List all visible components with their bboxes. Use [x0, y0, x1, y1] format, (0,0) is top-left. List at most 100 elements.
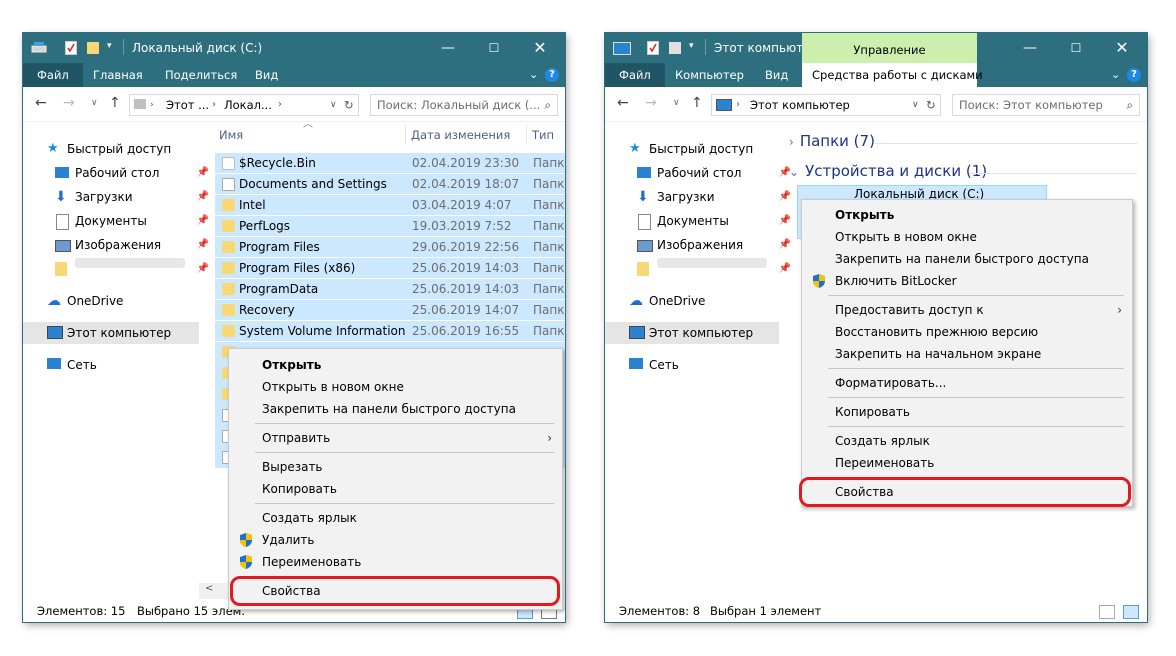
nav-network[interactable]: Сеть: [47, 354, 215, 376]
tab-disk-tools[interactable]: Средства работы с дисками: [802, 63, 983, 87]
search-input[interactable]: Поиск: Локальный диск (... ⌕: [370, 94, 558, 116]
menu-item-cut[interactable]: Вырезать: [229, 456, 562, 478]
tab-share[interactable]: Поделиться: [155, 63, 247, 87]
up-arrow-icon[interactable]: ↑: [691, 95, 703, 111]
pin-icon[interactable]: 📌: [197, 258, 209, 280]
pin-icon[interactable]: 📌: [779, 186, 791, 208]
properties-icon[interactable]: [647, 41, 659, 55]
nav-documents[interactable]: Документы 📌: [637, 210, 797, 232]
tab-file[interactable]: Файл: [605, 63, 665, 87]
search-input[interactable]: Поиск: Этот компьютер ⌕: [952, 94, 1140, 116]
large-icons-view-icon[interactable]: [1123, 605, 1139, 619]
nav-documents[interactable]: Документы 📌: [55, 210, 215, 232]
nav-network[interactable]: Сеть: [629, 354, 797, 376]
file-row[interactable]: Program Files (x86)25.06.2019 14:03Папка: [215, 257, 565, 279]
forward-arrow-icon[interactable]: →: [63, 95, 75, 111]
nav-blurred-folder[interactable]: 📌: [637, 258, 797, 280]
menu-item-create-shortcut[interactable]: Создать ярлык: [229, 507, 562, 529]
file-row[interactable]: Program Files29.06.2019 22:56Папка: [215, 236, 565, 258]
breadcrumb-this-pc[interactable]: Этот компьютер: [750, 95, 850, 115]
tab-view[interactable]: Вид: [245, 63, 288, 87]
pin-icon[interactable]: 📌: [779, 210, 791, 232]
menu-item-rename[interactable]: Переименовать: [229, 551, 562, 573]
menu-item-rename[interactable]: Переименовать: [802, 452, 1132, 474]
column-name[interactable]: Имя: [219, 123, 243, 147]
nav-desktop[interactable]: Рабочий стол 📌: [55, 162, 215, 184]
pin-icon[interactable]: 📌: [779, 258, 791, 280]
up-arrow-icon[interactable]: ↑: [109, 95, 121, 111]
menu-item-open-new-window[interactable]: Открыть в новом окне: [229, 376, 562, 398]
recent-chevron-icon[interactable]: ∨: [91, 98, 98, 108]
back-arrow-icon[interactable]: ←: [35, 95, 47, 111]
new-folder-icon[interactable]: [669, 41, 681, 55]
nav-quick-access[interactable]: ★ Быстрый доступ: [47, 138, 215, 160]
nav-pictures[interactable]: Изображения 📌: [637, 234, 797, 256]
nav-blurred-folder[interactable]: 📌: [55, 258, 215, 280]
file-row[interactable]: $Recycle.Bin02.04.2019 23:30Папка: [215, 152, 565, 174]
menu-item-bitlocker[interactable]: Включить BitLocker: [802, 270, 1132, 292]
breadcrumb-this-pc[interactable]: Этот ...: [166, 95, 209, 115]
pin-icon[interactable]: 📌: [779, 234, 791, 256]
column-date[interactable]: Дата изменения: [411, 123, 510, 147]
tab-file[interactable]: Файл: [23, 63, 83, 87]
section-folders[interactable]: › Папки (7): [789, 132, 875, 150]
pin-icon[interactable]: 📌: [197, 162, 209, 184]
close-button[interactable]: ✕: [517, 33, 563, 63]
nav-pictures[interactable]: Изображения 📌: [55, 234, 215, 256]
new-folder-icon[interactable]: [87, 41, 99, 55]
close-button[interactable]: ✕: [1099, 33, 1145, 63]
back-arrow-icon[interactable]: ←: [617, 95, 629, 111]
section-devices[interactable]: ⌄ Устройства и диски (1): [789, 162, 987, 180]
help-icon[interactable]: ?: [1127, 68, 1141, 82]
maximize-button[interactable]: ☐: [471, 33, 517, 63]
pin-icon[interactable]: 📌: [197, 186, 209, 208]
chevron-down-icon[interactable]: ∨: [912, 95, 919, 115]
recent-chevron-icon[interactable]: ∨: [673, 98, 680, 108]
file-row[interactable]: Documents and Settings 02.04.2019 18:07 Па…: [215, 173, 565, 195]
file-row[interactable]: PerfLogs19.03.2019 7:52Папка: [215, 215, 565, 237]
nav-this-pc[interactable]: Этот компьютер: [605, 322, 779, 344]
nav-onedrive[interactable]: ☁ OneDrive: [629, 290, 797, 312]
help-icon[interactable]: ?: [545, 68, 559, 82]
refresh-icon[interactable]: ↻: [926, 95, 936, 115]
forward-arrow-icon[interactable]: →: [645, 95, 657, 111]
nav-quick-access[interactable]: ★ Быстрый доступ: [629, 138, 797, 160]
menu-item-delete[interactable]: Удалить: [229, 529, 562, 551]
nav-onedrive[interactable]: ☁ OneDrive: [47, 290, 215, 312]
maximize-button[interactable]: ☐: [1053, 33, 1099, 63]
address-bar[interactable]: › Этот компьютер ∨ ↻: [711, 94, 941, 116]
tab-computer[interactable]: Компьютер: [665, 63, 754, 87]
nav-downloads[interactable]: ⬇ Загрузки 📌: [55, 186, 215, 208]
pin-icon[interactable]: 📌: [197, 234, 209, 256]
properties-icon[interactable]: [65, 41, 77, 55]
file-row[interactable]: Recovery25.06.2019 14:07Папка: [215, 299, 565, 321]
chevron-down-icon[interactable]: ⌄: [529, 68, 538, 81]
menu-item-format[interactable]: Форматировать...: [802, 372, 1132, 394]
tab-home[interactable]: Главная: [83, 63, 153, 87]
menu-item-create-shortcut[interactable]: Создать ярлык: [802, 430, 1132, 452]
chevron-down-icon[interactable]: ▾: [107, 41, 119, 55]
menu-item-send-to[interactable]: Отправить ›: [229, 427, 562, 449]
minimize-button[interactable]: —: [1007, 33, 1053, 63]
nav-desktop[interactable]: Рабочий стол 📌: [637, 162, 797, 184]
file-row[interactable]: Intel03.04.2019 4:07Папка: [215, 194, 565, 216]
horizontal-scrollbar[interactable]: <: [199, 583, 229, 599]
column-type[interactable]: Тип: [532, 123, 554, 147]
menu-item-restore-version[interactable]: Восстановить прежнюю версию: [802, 321, 1132, 343]
minimize-button[interactable]: —: [425, 33, 471, 63]
file-row[interactable]: System Volume Information 25.06.2019 16:5…: [215, 320, 565, 342]
menu-item-pin-quick-access[interactable]: Закрепить на панели быстрого доступа: [802, 248, 1132, 270]
scroll-left-icon[interactable]: <: [205, 583, 213, 594]
menu-item-open-new-window[interactable]: Открыть в новом окне: [802, 226, 1132, 248]
menu-item-open[interactable]: Открыть: [229, 354, 562, 376]
chevron-down-icon[interactable]: ⌄: [1111, 68, 1120, 81]
menu-item-give-access[interactable]: Предоставить доступ к ›: [802, 299, 1132, 321]
breadcrumb-local-disk[interactable]: Локал...: [224, 95, 272, 115]
chevron-down-icon[interactable]: ∨: [330, 95, 337, 115]
chevron-down-icon[interactable]: ▾: [689, 41, 701, 55]
nav-this-pc[interactable]: Этот компьютер: [23, 322, 199, 344]
refresh-icon[interactable]: ↻: [344, 95, 354, 115]
menu-item-copy[interactable]: Копировать: [229, 478, 562, 500]
menu-item-copy[interactable]: Копировать: [802, 401, 1132, 423]
menu-item-pin-start[interactable]: Закрепить на начальном экране: [802, 343, 1132, 365]
